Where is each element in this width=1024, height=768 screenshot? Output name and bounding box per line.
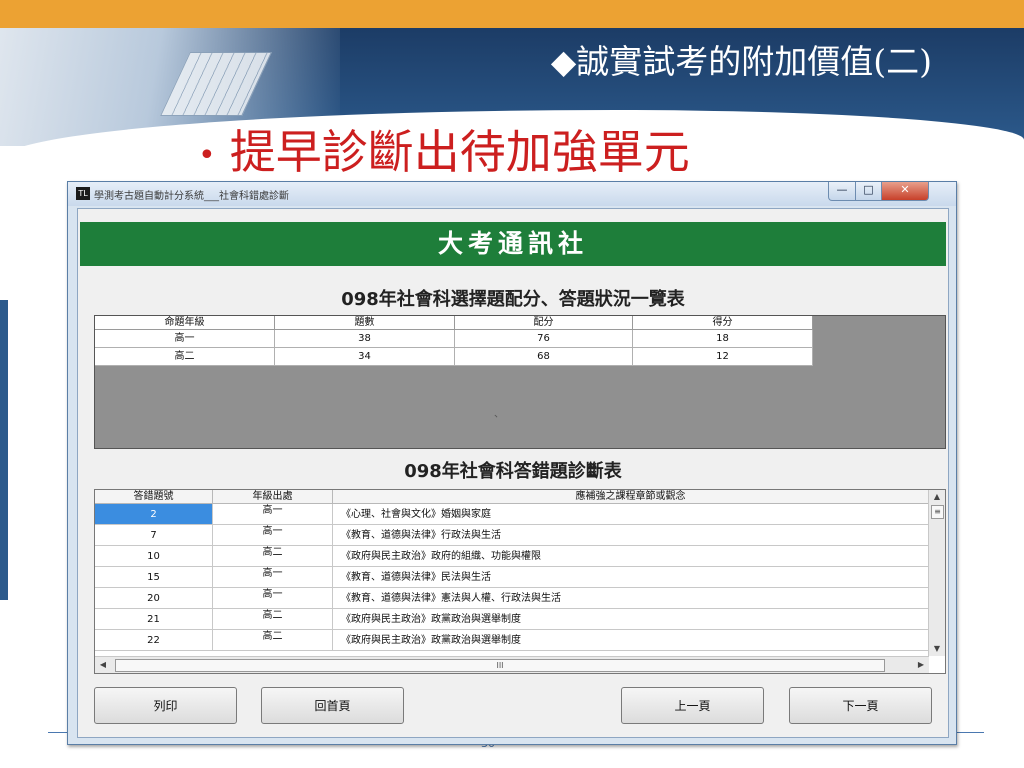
diagnosis-title: 098年社會科答錯題診斷表 <box>404 461 622 482</box>
diagnosis-cell-concept[interactable]: 《心理、社會與文化》婚姻與家庭 <box>333 504 929 525</box>
scroll-right-icon[interactable]: ▶ <box>913 657 929 673</box>
scroll-up-icon[interactable]: ▲ <box>929 490 945 504</box>
bullet-marker: • <box>198 138 216 173</box>
diagnosis-col-grade[interactable]: 年級出處 <box>213 490 333 504</box>
next-page-button[interactable]: 下一頁 <box>789 687 932 724</box>
diagnosis-cell-grade[interactable]: 高一 <box>213 588 333 609</box>
window-title: 學測考古題自動計分系統___社會科錯處診斷 <box>94 191 289 202</box>
diagnosis-cell-question[interactable]: 15 <box>95 567 213 588</box>
diagnosis-row[interactable]: 10 高二 《政府與民主政治》政府的組織、功能與權限 <box>95 546 929 567</box>
diagnosis-cell-concept[interactable]: 《教育、道德與法律》憲法與人權、行政法與生活 <box>333 588 929 609</box>
slide-bullet: • 提早診斷出待加強單元 <box>198 122 690 186</box>
diagnosis-cell-question[interactable]: 7 <box>95 525 213 546</box>
summary-cell: 34 <box>275 348 455 366</box>
diagnosis-row[interactable]: 21 高二 《政府與民主政治》政黨政治與選舉制度 <box>95 609 929 630</box>
window-titlebar[interactable]: TL 學測考古題自動計分系統___社會科錯處診斷 — □ ✕ <box>68 182 956 206</box>
diagnosis-cell-grade[interactable]: 高一 <box>213 525 333 546</box>
diagnosis-col-concept[interactable]: 應補強之課程章節或觀念 <box>333 490 929 504</box>
diagnosis-cell-concept[interactable]: 《政府與民主政治》政府的組織、功能與權限 <box>333 546 929 567</box>
print-button[interactable]: 列印 <box>94 687 237 724</box>
horizontal-scroll-thumb[interactable]: III <box>115 659 885 672</box>
summary-header-row: 命題年級 題數 配分 得分 <box>95 316 813 330</box>
bullet-text: 提早診斷出待加強單元 <box>229 125 690 179</box>
diagnosis-cell-question[interactable]: 10 <box>95 546 213 567</box>
header-banner: 大考通訊社 <box>80 222 946 266</box>
summary-col-points: 配分 <box>455 316 633 330</box>
maximize-button[interactable]: □ <box>855 182 882 201</box>
stray-mark: 、 <box>494 405 504 420</box>
diagnosis-cell-question[interactable]: 20 <box>95 588 213 609</box>
summary-table: 命題年級 題數 配分 得分 高一 38 76 18 高二 34 68 12 <box>94 315 946 449</box>
diagnosis-cell-question[interactable]: 2 <box>95 504 213 525</box>
close-button[interactable]: ✕ <box>881 182 929 201</box>
summary-col-count: 題數 <box>275 316 455 330</box>
diagnosis-cell-grade[interactable]: 高二 <box>213 630 333 651</box>
summary-cell: 18 <box>633 330 813 348</box>
scroll-left-icon[interactable]: ◀ <box>95 657 111 673</box>
home-button[interactable]: 回首頁 <box>261 687 404 724</box>
diagnosis-cell-concept[interactable]: 《教育、道德與法律》民法與生活 <box>333 567 929 588</box>
diagnosis-cell-concept[interactable]: 《政府與民主政治》政黨政治與選舉制度 <box>333 630 929 651</box>
window-client-area: 大考通訊社 098年社會科選擇題配分、答題狀況一覽表 命題年級 題數 配分 得分… <box>77 208 949 738</box>
diagnosis-cell-grade[interactable]: 高二 <box>213 609 333 630</box>
slide-top-bar <box>0 0 1024 28</box>
diagnosis-table[interactable]: 答錯題號 年級出處 應補強之課程章節或觀念 2 高一 《心理、社會與文化》婚姻與… <box>94 489 946 674</box>
summary-cell: 76 <box>455 330 633 348</box>
prev-page-button[interactable]: 上一頁 <box>621 687 764 724</box>
summary-cell: 高一 <box>95 330 275 348</box>
diagnosis-cell-grade[interactable]: 高一 <box>213 504 333 525</box>
diagnosis-cell-concept[interactable]: 《政府與民主政治》政黨政治與選舉制度 <box>333 609 929 630</box>
app-icon: TL <box>76 187 90 200</box>
diagnosis-cell-concept[interactable]: 《教育、道德與法律》行政法與生活 <box>333 525 929 546</box>
slide-side-accent <box>0 300 8 600</box>
diagnosis-row[interactable]: 7 高一 《教育、道德與法律》行政法與生活 <box>95 525 929 546</box>
summary-title: 098年社會科選擇題配分、答題狀況一覽表 <box>341 289 685 310</box>
vertical-scroll-thumb[interactable]: ≡ <box>931 505 944 519</box>
diagnosis-row[interactable]: 2 高一 《心理、社會與文化》婚姻與家庭 <box>95 504 929 525</box>
scroll-down-icon[interactable]: ▼ <box>929 642 945 656</box>
diagnosis-row[interactable]: 20 高一 《教育、道德與法律》憲法與人權、行政法與生活 <box>95 588 929 609</box>
summary-cell: 38 <box>275 330 455 348</box>
app-window: TL 學測考古題自動計分系統___社會科錯處診斷 — □ ✕ 大考通訊社 098… <box>67 181 957 745</box>
summary-row[interactable]: 高二 34 68 12 <box>95 348 813 366</box>
summary-cell: 68 <box>455 348 633 366</box>
diagnosis-row[interactable]: 15 高一 《教育、道德與法律》民法與生活 <box>95 567 929 588</box>
diagnosis-cell-grade[interactable]: 高一 <box>213 567 333 588</box>
slide-title: ◆誠實試考的附加價值(二) <box>550 42 932 81</box>
diagnosis-col-question[interactable]: 答錯題號 <box>95 490 213 504</box>
diagnosis-header-row: 答錯題號 年級出處 應補強之課程章節或觀念 <box>95 490 929 504</box>
minimize-button[interactable]: — <box>828 182 856 201</box>
summary-cell: 12 <box>633 348 813 366</box>
diagnosis-cell-question[interactable]: 21 <box>95 609 213 630</box>
diagnosis-row[interactable]: 22 高二 《政府與民主政治》政黨政治與選舉制度 <box>95 630 929 651</box>
diagnosis-cell-grade[interactable]: 高二 <box>213 546 333 567</box>
summary-col-grade: 命題年級 <box>95 316 275 330</box>
summary-row[interactable]: 高一 38 76 18 <box>95 330 813 348</box>
summary-cell: 高二 <box>95 348 275 366</box>
horizontal-scrollbar[interactable]: ◀ III ▶ <box>95 656 929 673</box>
summary-col-score: 得分 <box>633 316 813 330</box>
vertical-scrollbar[interactable]: ▲ ≡ ▼ <box>928 490 945 656</box>
diagnosis-cell-question[interactable]: 22 <box>95 630 213 651</box>
